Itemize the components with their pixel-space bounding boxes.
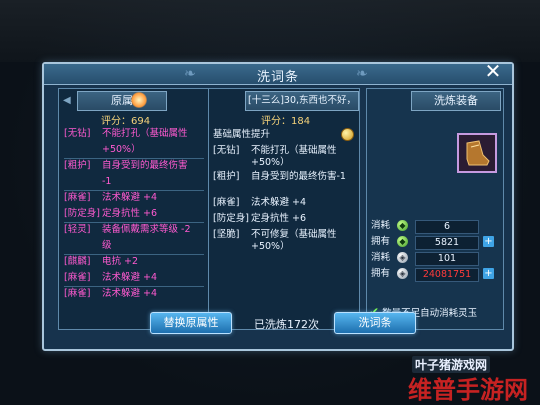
silver-coin-icon: ◈ <box>397 252 408 263</box>
attribute-tag: [防定身] <box>213 213 249 224</box>
original-attributes-header: 原属 <box>77 91 167 111</box>
title-bar: ❧ 洗词条 ❧ <box>44 64 512 85</box>
arrow-left-icon: ◀ <box>63 95 71 106</box>
attribute-value: 定身抗性 +6 <box>251 213 307 224</box>
cost-value: 101 <box>415 252 479 266</box>
dialog-title: 洗词条 <box>256 70 299 85</box>
cost-value: 24081751 <box>415 268 479 282</box>
gold-coin-icon <box>341 128 354 141</box>
attribute-value: 自身受到的最终伤害 <box>102 160 188 171</box>
wash-dialog: ❧ 洗词条 ❧ ◀ 原属 评分：694 [无钻] 不能打孔（基础属性 +50%） [粗… <box>42 62 514 351</box>
original-score: 评分：694 <box>101 116 151 127</box>
attribute-value: -1 <box>102 176 112 187</box>
attribute-value: 定身抗性 +6 <box>102 208 158 219</box>
attribute-value: +50%） <box>102 144 141 155</box>
watermark-big: 维普手游网 <box>408 375 528 404</box>
wash-equipment-panel: 洗炼装备 消耗◆6拥有◆5821+消耗◈101拥有◈24081751+ ✔数量不… <box>366 88 504 330</box>
cost-label: 消耗 <box>371 220 391 231</box>
attribute-tag: [麻雀] <box>64 192 91 203</box>
green-gem-icon: ◆ <box>397 236 408 247</box>
add-button[interactable]: + <box>483 236 494 247</box>
wash-equipment-header: 洗炼装备 <box>411 91 501 111</box>
attribute-tag: [坚脆] <box>213 229 240 240</box>
attribute-value: 电抗 +2 <box>102 256 139 267</box>
section-title-text: 基础属性提升 <box>213 129 271 140</box>
attribute-tag: [麒麟] <box>64 256 91 267</box>
close-button[interactable]: ✕ <box>484 61 502 81</box>
attribute-value: 级 <box>102 240 112 251</box>
cost-value: 5821 <box>415 236 479 250</box>
original-attributes-panel: ◀ 原属 评分：694 [无钻] 不能打孔（基础属性 +50%） [粗护] 自身受到的最… <box>58 88 210 330</box>
attribute-value: 不能打孔（基础属性 <box>102 128 188 139</box>
title-ornament-right-icon: ❧ <box>356 66 368 82</box>
cost-row: 拥有 ◈ 24081751 + <box>371 267 499 282</box>
attribute-tag: [麻雀] <box>64 288 91 299</box>
attribute-tag: [轻灵] <box>64 224 91 235</box>
green-gem-icon: ◆ <box>397 220 408 231</box>
wash-attribute-button[interactable]: 洗词条 <box>334 312 416 334</box>
wash-count-text: 已洗炼172次 <box>254 318 319 331</box>
replace-original-button[interactable]: 替换原属性 <box>150 312 232 334</box>
cost-row: 消耗 ◆ 6 <box>371 219 499 234</box>
cost-label: 拥有 <box>371 236 391 247</box>
attribute-tag: [无钻] <box>213 145 240 156</box>
new-attributes-panel: [十三么]30,东西也不好， 评分：184 基础属性提升 [无钻] 不能打孔（基础… <box>208 88 360 330</box>
attribute-value: 法术躲避 +4 <box>102 192 158 203</box>
new-attributes-header: [十三么]30,东西也不好， <box>245 91 359 111</box>
attribute-value: 法术躲避 +4 <box>102 272 158 283</box>
attribute-value: 不能打孔（基础属性+50%） <box>251 145 337 168</box>
equipment-slot[interactable] <box>457 133 497 173</box>
cost-row: 消耗 ◈ 101 <box>371 251 499 266</box>
attribute-tag: [麻雀] <box>213 197 240 208</box>
attribute-value: 法术躲避 +4 <box>102 288 158 299</box>
attribute-tag: [防定身] <box>64 208 100 219</box>
attribute-value: 自身受到的最终伤害-1 <box>251 171 346 182</box>
add-button[interactable]: + <box>483 268 494 279</box>
cost-row: 拥有 ◆ 5821 + <box>371 235 499 250</box>
cost-label: 消耗 <box>371 252 391 263</box>
cost-value: 6 <box>415 220 479 234</box>
attribute-value: 装备佩戴需求等级 -2 <box>102 224 191 235</box>
attribute-tag: [粗护] <box>213 171 240 182</box>
base-attribute-section-title: 基础属性提升 <box>213 129 355 141</box>
attribute-value: 法术躲避 +4 <box>251 197 307 208</box>
attribute-value: 不可修复（基础属性+50%） <box>251 229 337 252</box>
silver-coin-icon: ◈ <box>397 268 408 279</box>
new-score: 评分：184 <box>261 116 311 127</box>
cost-label: 拥有 <box>371 268 391 279</box>
boots-icon <box>466 140 490 166</box>
watermark: 叶子猪游戏网 维普手游网 <box>368 356 530 404</box>
attribute-tag: [粗护] <box>64 160 91 171</box>
attribute-tag: [无钻] <box>64 128 91 139</box>
attribute-tag: [麻雀] <box>64 272 91 283</box>
sparkle-icon <box>131 92 147 108</box>
